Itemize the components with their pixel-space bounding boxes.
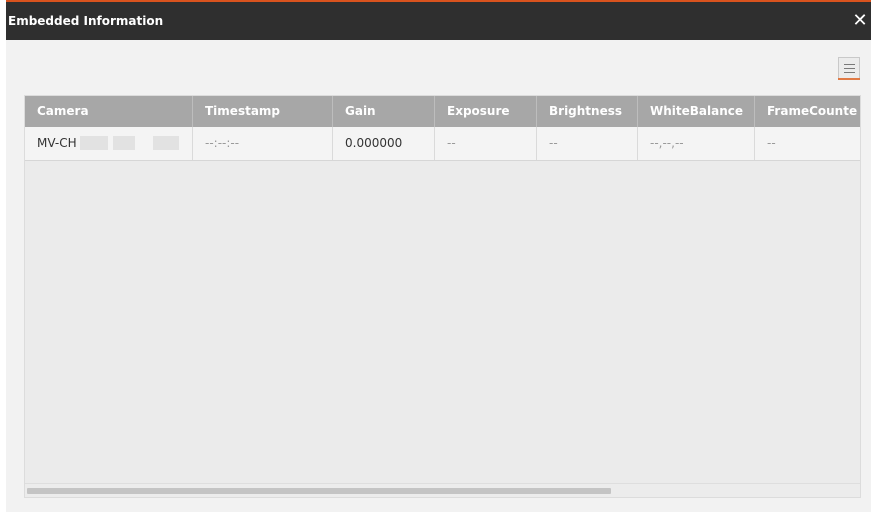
column-header-brightness[interactable]: Brightness — [537, 96, 638, 127]
embedded-info-table: Camera Timestamp Gain Exposure Brightnes… — [24, 95, 861, 498]
redacted-serial — [80, 136, 108, 150]
close-icon: ✕ — [852, 10, 868, 31]
cell-framecounter: -- — [755, 127, 860, 160]
cell-exposure: -- — [435, 127, 537, 160]
cell-timestamp: --:--:-- — [193, 127, 333, 160]
scrollbar-thumb[interactable] — [27, 488, 611, 494]
table-row[interactable]: MV-CH --:--:-- 0.000000 -- -- --,--,-- -… — [25, 127, 860, 161]
dialog-title: Embedded Information — [8, 14, 164, 28]
redacted-serial — [113, 136, 135, 150]
table-header: Camera Timestamp Gain Exposure Brightnes… — [25, 96, 860, 127]
column-header-framecounter[interactable]: FrameCounte — [755, 96, 860, 127]
embedded-information-dialog: Embedded Information ✕ Camera Timestamp … — [6, 0, 871, 512]
cell-gain: 0.000000 — [333, 127, 435, 160]
column-header-gain[interactable]: Gain — [333, 96, 435, 127]
camera-name: MV-CH — [37, 136, 77, 150]
redacted-serial — [153, 136, 179, 150]
column-header-camera[interactable]: Camera — [25, 96, 193, 127]
column-settings-button[interactable] — [838, 57, 860, 80]
cell-brightness: -- — [537, 127, 638, 160]
column-header-whitebalance[interactable]: WhiteBalance — [638, 96, 755, 127]
close-button[interactable]: ✕ — [851, 10, 869, 32]
cell-camera: MV-CH — [25, 127, 193, 160]
column-header-exposure[interactable]: Exposure — [435, 96, 537, 127]
horizontal-scrollbar[interactable] — [25, 483, 860, 497]
title-bar: Embedded Information ✕ — [6, 2, 871, 40]
column-header-timestamp[interactable]: Timestamp — [193, 96, 333, 127]
cell-whitebalance: --,--,-- — [638, 127, 755, 160]
